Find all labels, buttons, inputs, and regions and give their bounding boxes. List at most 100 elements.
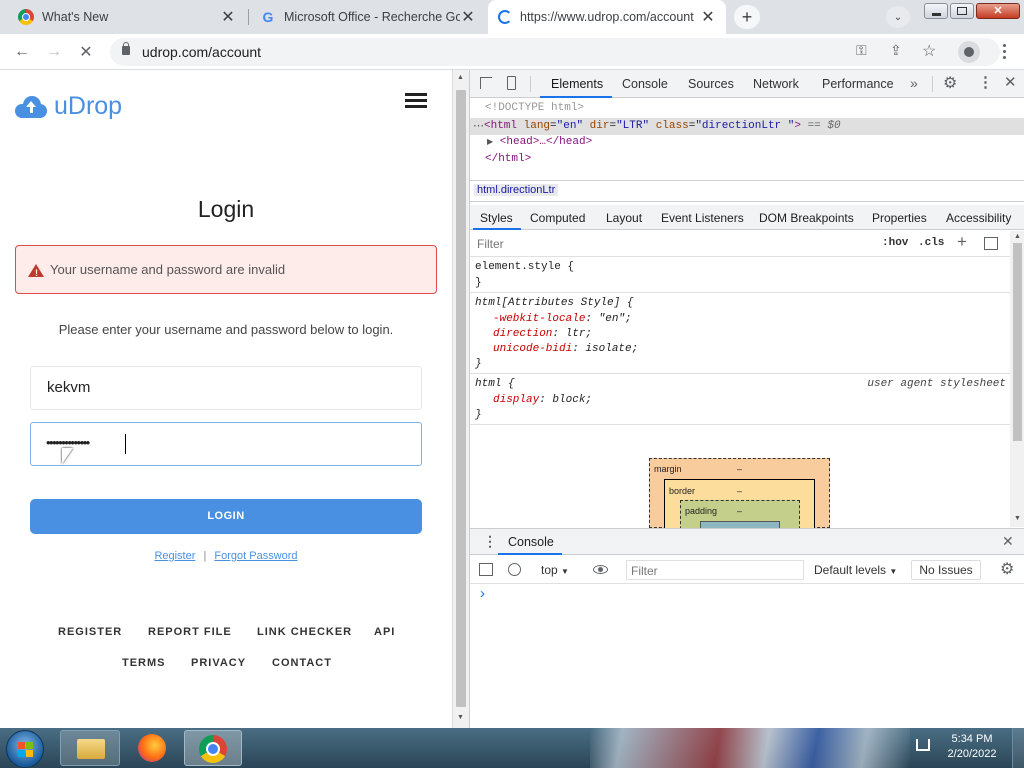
taskbar-explorer[interactable] bbox=[60, 730, 120, 766]
url-text: udrop.com/account bbox=[142, 44, 262, 60]
login-button-label: LOGIN bbox=[207, 510, 245, 522]
clear-console-icon[interactable] bbox=[508, 563, 521, 576]
devtools-tab-sources[interactable]: Sources bbox=[688, 77, 734, 91]
taskbar-firefox[interactable] bbox=[130, 730, 174, 766]
username-input[interactable]: kekvm bbox=[30, 366, 422, 410]
dom-head-node[interactable]: ▶ <head>…</head> bbox=[487, 136, 592, 148]
mouse-cursor-icon bbox=[62, 448, 73, 464]
show-sidebar-icon[interactable] bbox=[479, 563, 493, 576]
close-tab-icon[interactable]: ✕ bbox=[220, 7, 236, 27]
stop-button[interactable]: ✕ bbox=[74, 40, 98, 64]
forward-button[interactable]: → bbox=[42, 40, 66, 64]
devtools-tab-elements[interactable]: Elements bbox=[551, 77, 603, 91]
footer-link-report-file[interactable]: REPORT FILE bbox=[148, 626, 232, 638]
footer-link-privacy[interactable]: PRIVACY bbox=[191, 657, 246, 669]
footer-link-register[interactable]: REGISTER bbox=[58, 626, 122, 638]
site-logo[interactable]: uDrop bbox=[15, 92, 122, 121]
footer-link-link-checker[interactable]: LINK CHECKER bbox=[257, 626, 352, 638]
scrollbar-thumb[interactable] bbox=[1013, 243, 1022, 441]
dom-breadcrumb-bar: html.directionLtr bbox=[470, 180, 1024, 202]
dom-doctype[interactable]: <!DOCTYPE html> bbox=[485, 102, 584, 114]
styles-filter-input[interactable]: Filter bbox=[477, 237, 504, 251]
profile-avatar[interactable] bbox=[958, 41, 980, 63]
styles-tab-dom-breakpoints[interactable]: DOM Breakpoints bbox=[759, 211, 854, 225]
taskbar-chrome[interactable] bbox=[184, 730, 242, 766]
styles-tab-properties[interactable]: Properties bbox=[872, 211, 927, 225]
devtools-menu-icon[interactable]: ⋮ bbox=[978, 73, 993, 91]
devtools-tab-console[interactable]: Console bbox=[622, 77, 668, 91]
register-link[interactable]: Register bbox=[154, 550, 195, 562]
bookmark-star-icon[interactable]: ☆ bbox=[922, 41, 936, 61]
tab-microsoft-office[interactable]: G Microsoft Office - Recherche Goo ✕ bbox=[250, 0, 486, 34]
rule-html-attributes[interactable]: html[Attributes Style] { -webkit-locale:… bbox=[470, 294, 1010, 374]
dom-html-close[interactable]: </html> bbox=[485, 153, 531, 165]
tab-search-button[interactable]: ⌄ bbox=[886, 6, 910, 28]
console-settings-gear-icon[interactable]: ⚙ bbox=[1000, 559, 1014, 579]
eye-icon[interactable] bbox=[593, 565, 608, 574]
devtools-tab-performance[interactable]: Performance bbox=[822, 77, 894, 91]
styles-filter-bar: Filter :hov .cls + bbox=[470, 231, 1010, 257]
box-model-margin[interactable]: margin – border – padding – bbox=[649, 458, 830, 541]
styles-scrollbar[interactable]: ▲ ▼ bbox=[1010, 231, 1024, 527]
dom-attr-name: class bbox=[655, 120, 689, 132]
hov-toggle[interactable]: :hov bbox=[882, 237, 908, 249]
close-drawer-icon[interactable]: ✕ bbox=[1002, 533, 1014, 550]
scrollbar-thumb[interactable] bbox=[456, 90, 466, 707]
footer-link-contact[interactable]: CONTACT bbox=[272, 657, 332, 669]
new-tab-button[interactable]: + bbox=[734, 5, 760, 29]
dom-html-node-selected[interactable]: ⋯ <html lang="en" dir="LTR" class="direc… bbox=[470, 118, 1024, 135]
tab-udrop-account[interactable]: https://www.udrop.com/account ✕ bbox=[488, 0, 726, 34]
maximize-button[interactable] bbox=[950, 3, 974, 19]
browser-menu-button[interactable] bbox=[996, 42, 1012, 62]
key-icon[interactable]: ⚿ bbox=[856, 42, 867, 59]
start-button[interactable] bbox=[6, 730, 44, 768]
styles-tab-event-listeners[interactable]: Event Listeners bbox=[661, 211, 744, 225]
close-tab-icon[interactable]: ✕ bbox=[460, 7, 476, 27]
close-tab-icon[interactable]: ✕ bbox=[700, 7, 716, 27]
hamburger-menu-button[interactable] bbox=[405, 93, 427, 109]
console-prompt[interactable]: › bbox=[480, 585, 485, 602]
settings-gear-icon[interactable]: ⚙ bbox=[943, 73, 957, 93]
expand-arrow-icon[interactable]: ▶ bbox=[487, 138, 493, 147]
log-levels-select[interactable]: Default levels ▼ bbox=[814, 563, 897, 577]
page-scrollbar[interactable]: ▲ ▼ bbox=[452, 70, 469, 728]
login-button[interactable]: LOGIN bbox=[30, 499, 422, 534]
footer-link-api[interactable]: API bbox=[374, 626, 395, 638]
styles-tab-accessibility[interactable]: Accessibility bbox=[946, 211, 1011, 225]
styles-tab-styles[interactable]: Styles bbox=[480, 211, 513, 225]
network-icon[interactable] bbox=[916, 739, 930, 751]
device-toolbar-icon[interactable] bbox=[507, 76, 516, 90]
minimize-button[interactable] bbox=[924, 3, 948, 19]
console-filter-input[interactable]: Filter bbox=[626, 560, 804, 580]
devtools-tab-network[interactable]: Network bbox=[753, 77, 799, 91]
tab-strip: What's New ✕ G Microsoft Office - Recher… bbox=[0, 0, 1024, 34]
forgot-password-link[interactable]: Forgot Password bbox=[214, 550, 297, 562]
share-icon[interactable]: ⇪ bbox=[890, 42, 902, 59]
styles-tab-computed[interactable]: Computed bbox=[530, 211, 585, 225]
footer-link-terms[interactable]: TERMS bbox=[122, 657, 166, 669]
back-button[interactable]: ← bbox=[10, 40, 34, 64]
drawer-tab-console[interactable]: Console bbox=[508, 535, 554, 549]
dom-attr-name: dir bbox=[589, 120, 610, 132]
styles-tab-layout[interactable]: Layout bbox=[606, 211, 642, 225]
dom-tag: html bbox=[490, 120, 518, 132]
address-bar[interactable]: udrop.com/account ⚿ ⇪ ☆ bbox=[110, 38, 1000, 66]
close-devtools-icon[interactable]: ✕ bbox=[1004, 73, 1017, 91]
more-tabs-icon[interactable]: » bbox=[910, 75, 918, 91]
toggle-sidebar-icon[interactable] bbox=[984, 237, 998, 250]
tab-whats-new[interactable]: What's New ✕ bbox=[8, 0, 246, 34]
password-input[interactable]: •••••••••••••• bbox=[30, 422, 422, 466]
new-style-rule-icon[interactable]: + bbox=[957, 232, 967, 252]
dom-breadcrumb[interactable]: html.directionLtr bbox=[474, 184, 559, 196]
cls-toggle[interactable]: .cls bbox=[918, 237, 944, 249]
rule-element-style[interactable]: element.style { } bbox=[470, 258, 1010, 293]
close-window-button[interactable]: ✕ bbox=[976, 3, 1020, 19]
issues-button[interactable]: No Issues bbox=[911, 560, 981, 580]
clock[interactable]: 5:34 PM 2/20/2022 bbox=[940, 732, 1004, 762]
styles-tabbar: Styles Computed Layout Event Listeners D… bbox=[470, 205, 1024, 230]
inspect-element-icon[interactable] bbox=[480, 77, 492, 89]
rule-html-user-agent[interactable]: html { user agent stylesheet display: bl… bbox=[470, 375, 1010, 425]
context-select[interactable]: top ▼ bbox=[541, 563, 569, 577]
drawer-menu-icon[interactable]: ⋮ bbox=[483, 533, 497, 550]
show-desktop-button[interactable] bbox=[1012, 728, 1024, 768]
